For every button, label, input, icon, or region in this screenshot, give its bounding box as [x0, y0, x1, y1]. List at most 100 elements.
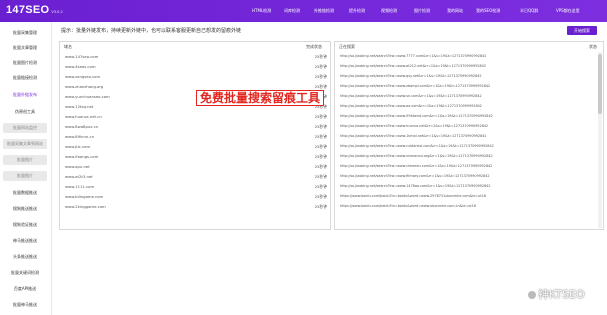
domain-cell: www.lfaangs.com	[65, 154, 99, 159]
nav-item-outlink-check[interactable]: 外推链检测	[314, 8, 334, 14]
list-item[interactable]: http://so.jiaobing.net/search?kw=www.zba…	[340, 84, 590, 91]
url-list-scroll-thumb[interactable]	[598, 54, 602, 114]
list-item[interactable]: http://so.jiaobing.net/search?kw=www.qsy…	[340, 74, 590, 81]
status-cell: 25秒钟	[314, 184, 327, 189]
table-row[interactable]: www.zongseo.com 25秒钟	[65, 74, 327, 81]
watermark: 神KTSEO	[528, 286, 607, 304]
status-cell: 25秒钟	[314, 164, 327, 169]
start-search-button[interactable]: 开始搜索	[567, 26, 597, 35]
sidebar-item-sogou-verify-push[interactable]: 搜狗验证推送	[3, 220, 47, 230]
domain-cell: www.huarua.net.cn	[65, 114, 102, 119]
domain-cell: www.147seo.com	[65, 54, 99, 59]
domain-cell: www.bilingame.com	[65, 194, 104, 199]
nav-item-boost-check[interactable]: 提升检测	[349, 8, 365, 14]
list-item[interactable]: http://so.jiaobing.net/search?kw=www.cim…	[340, 164, 590, 171]
domain-list-panel: 域名 完成状态 www.147seo.com 25秒钟 www.4seos.com…	[59, 41, 331, 230]
sidebar-item-outlink-publish[interactable]: 批量外链发布	[3, 90, 47, 100]
domain-cell: www.89lnnn.cn	[65, 134, 94, 139]
domain-cell: www.zongseo.com	[65, 74, 101, 79]
sidebar-item-data-push[interactable]: 批量数据推送	[3, 188, 47, 198]
sidebar-item-image-check[interactable]: 批量图片检测	[3, 58, 47, 68]
status-cell: 25秒钟	[314, 194, 327, 199]
list-item[interactable]: https://www.baidu.com/baidu?tn=baidu&wor…	[340, 194, 590, 201]
sidebar-item-collect-manage[interactable]: 批量采集管理	[3, 28, 47, 38]
column-header-searching: 正在搜索	[339, 44, 355, 49]
domain-cell: www.1111.com	[65, 184, 95, 189]
status-cell: 25秒钟	[314, 134, 327, 139]
column-header-domain: 域名	[64, 44, 72, 49]
top-nav-menu: HTML检测 词库检测 外推链检测 提升检测 视频检测 图片检测 我的网站 我的…	[0, 8, 607, 14]
sidebar-item-link-check[interactable]: 批量链接检测	[3, 73, 47, 83]
column-header-status: 完成状态	[306, 44, 322, 49]
sidebar-item-image-b[interactable]: 批量图片	[3, 171, 47, 181]
table-row[interactable]: www.2kinggame.com 25秒钟	[65, 204, 327, 211]
status-cell: 25秒钟	[314, 124, 327, 129]
list-item[interactable]: http://so.jiaobing.net/search?kw=www.1km…	[340, 134, 590, 141]
table-row[interactable]: www.lfaangs.com 25秒钟	[65, 154, 327, 161]
table-row[interactable]: www.bilingame.com 25秒钟	[65, 194, 327, 201]
domain-cell: www.jtic.com	[65, 144, 91, 149]
top-navigation-bar: 147SEO V3.0.2 HTML检测 词库检测 外推链检测 提升检测 视频检…	[0, 0, 607, 22]
table-row[interactable]: www.8wa8pux.cn 25秒钟	[65, 124, 327, 131]
list-item[interactable]: http://so.jiaobing.net/search?kw=www.cub…	[340, 144, 590, 151]
domain-cell: www.8wa8pux.cn	[65, 124, 99, 129]
nav-item-my-seo[interactable]: 我的SEO检测	[476, 8, 500, 14]
status-cell: 25秒钟	[314, 154, 327, 159]
status-cell: 25秒钟	[314, 144, 327, 149]
list-item[interactable]: http://so.jiaobing.net/search?kw=www.aa.…	[340, 104, 590, 111]
search-url-panel: 正在搜索 状态 http://so.jiaobing.net/search?kw…	[334, 41, 604, 230]
tip-bar: 提示：批量外链发布，持续更新外链中，也可以联系客服更新自己想发的留痕外链 开始搜…	[56, 25, 604, 35]
nav-item-video-check[interactable]: 视频检测	[381, 8, 397, 14]
status-cell: 25秒钟	[314, 174, 327, 179]
domain-cell: www.at2t3.net	[65, 174, 93, 179]
table-row[interactable]: www.147seo.com 25秒钟	[65, 54, 327, 61]
sidebar-item-sogou-push[interactable]: 搜狗推送推送	[3, 204, 47, 214]
status-cell: 25秒钟	[314, 74, 327, 79]
sidebar-item-article-manage[interactable]: 批量文章管理	[3, 43, 47, 53]
table-row[interactable]: www.4seos.com 25秒钟	[65, 64, 327, 71]
table-row[interactable]: www.apu.net 25秒钟	[65, 164, 327, 171]
domain-cell: www.zhanzhang.org	[65, 84, 104, 89]
list-item[interactable]: http://so.jiaobing.net/search?kw=www.147…	[340, 184, 590, 191]
sidebar: 批量采集管理 批量文章管理 批量图片检测 批量链接检测 批量外链发布 伪原创工具…	[0, 22, 52, 315]
table-row[interactable]: www.1111.com 25秒钟	[65, 184, 327, 191]
table-row[interactable]: www.89lnnn.cn 25秒钟	[65, 134, 327, 141]
sidebar-item-shenma-batch-push[interactable]: 批量神马推送	[3, 300, 47, 310]
list-item[interactable]: http://so.jiaobing.net/search?kw=www.hua…	[340, 124, 590, 131]
main-content: 提示：批量外链发布，持续更新外链中，也可以联系客服更新自己想发的留痕外链 开始搜…	[56, 22, 607, 315]
domain-cell: www.2kinggame.com	[65, 204, 106, 209]
list-item[interactable]: http://so.jiaobing.net/search?kw=www.777…	[340, 54, 590, 61]
sidebar-item-shenma-push[interactable]: 神马推送推送	[3, 236, 47, 246]
table-row[interactable]: www.huarua.net.cn 25秒钟	[65, 114, 327, 121]
sidebar-item-toutiao-push[interactable]: 头条推送推送	[3, 252, 47, 262]
sidebar-item-baidu-api-push[interactable]: 百度API推送	[3, 284, 47, 294]
nav-item-my-site[interactable]: 我的网站	[447, 8, 463, 14]
list-item[interactable]: http://so.jiaobing.net/search?kw=www.vis…	[340, 154, 590, 161]
sidebar-item-collect-to-site[interactable]: 批量采集文章到网站	[3, 139, 47, 149]
status-cell: 25秒钟	[314, 114, 327, 119]
list-item[interactable]: http://so.jiaobing.net/search?kw=www.594…	[340, 114, 590, 121]
tip-text: 提示：批量外链发布，持续更新外链中，也可以联系客服更新自己想发的留痕外链	[61, 28, 242, 34]
domain-cell: www.yunchuanseo.com	[65, 94, 110, 99]
sidebar-item-site-monitor[interactable]: 批量网站监控	[3, 123, 47, 133]
status-cell: 25秒钟	[314, 54, 327, 59]
watermark-logo-icon	[528, 291, 536, 299]
nav-item-qq-group[interactable]: 半日QQ群	[520, 8, 538, 14]
list-item[interactable]: http://so.jiaobing.net/search?kw=www.sn.…	[340, 94, 590, 101]
column-header-state: 状态	[589, 44, 597, 49]
sidebar-item-pseudo-original[interactable]: 伪原创工具	[3, 107, 47, 117]
nav-item-html-check[interactable]: HTML检测	[252, 8, 271, 14]
table-row[interactable]: www.at2t3.net 25秒钟	[65, 174, 327, 181]
nav-item-vps[interactable]: VPS都在这里	[556, 8, 580, 14]
table-row[interactable]: www.jtic.com 25秒钟	[65, 144, 327, 151]
nav-item-lexicon-check[interactable]: 词库检测	[284, 8, 300, 14]
list-item[interactable]: http://so.jiaobing.net/search?kw=www.at2…	[340, 64, 590, 71]
status-cell: 25秒钟	[314, 64, 327, 69]
status-cell: 25秒钟	[314, 204, 327, 209]
sidebar-item-image-a[interactable]: 批量图片	[3, 155, 47, 165]
list-item[interactable]: https://www.baidu.com/baidu?tn=baidu&wor…	[340, 204, 590, 211]
nav-item-image-check[interactable]: 图片检测	[414, 8, 430, 14]
list-item[interactable]: http://so.jiaobing.net/search?kw=www.fil…	[340, 174, 590, 181]
domain-cell: www.apu.net	[65, 164, 90, 169]
sidebar-item-keyword-check[interactable]: 批量关键词检测	[3, 268, 47, 278]
